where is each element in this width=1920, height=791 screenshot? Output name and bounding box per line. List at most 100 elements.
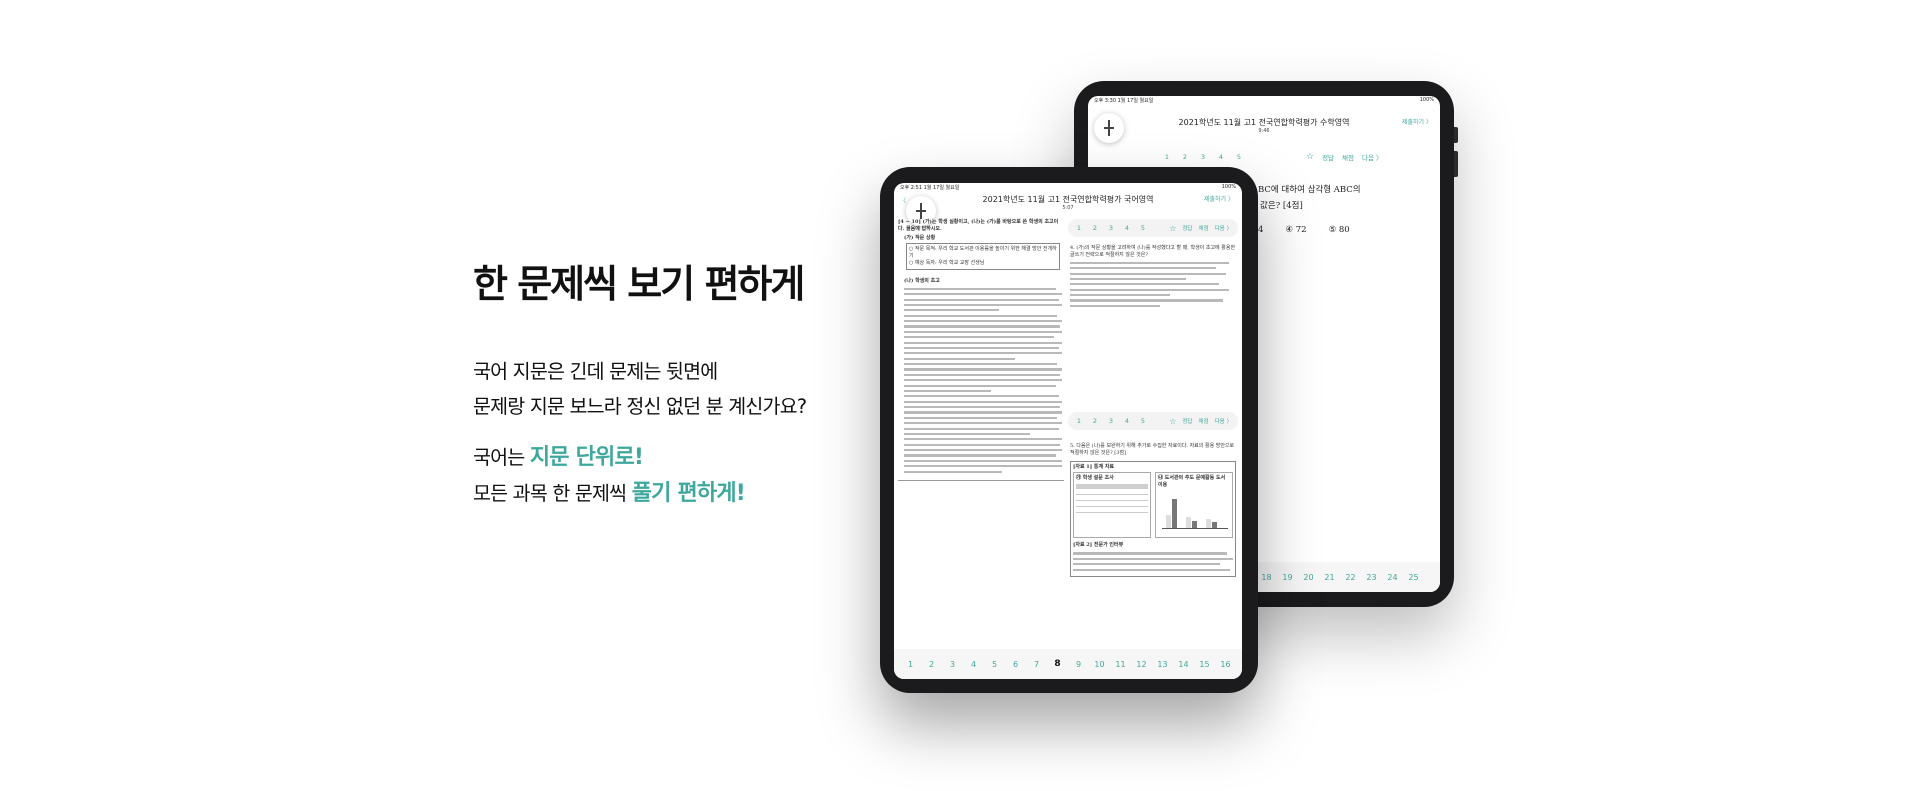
lead-line-2: 문제랑 지문 보느라 정신 없던 분 계신가요? (473, 394, 807, 418)
text-line (904, 443, 1061, 446)
submit-button[interactable]: 제출하기 〉 (1402, 117, 1432, 126)
question-number[interactable]: 12 (1131, 660, 1152, 669)
question-number[interactable]: 4 (1122, 224, 1132, 232)
material-box: [자료 1] 통계 자료 ㉮ 학생 설문 조사 ㉯ 도서관의 주도 문예활동 도… (1070, 460, 1236, 577)
promo-line-1-accent: 지문 단위로! (529, 444, 644, 470)
question-number[interactable]: 2 (1090, 417, 1100, 425)
question-b-text: 5. 다음은 (나)를 보완하기 위해 추가로 수집한 자료이다. 자료의 활용… (1070, 443, 1235, 456)
question-number[interactable]: 9 (1068, 660, 1089, 669)
lead-line-1: 국어 지문은 긴데 문제는 뒷면에 (473, 359, 718, 383)
survey-title: ㉮ 학생 설문 조사 (1076, 475, 1114, 482)
question-number[interactable]: 1 (1074, 224, 1084, 232)
question-number[interactable]: 4 (1216, 153, 1226, 161)
status-left: 오후 2:51 1월 17일 월요일 (900, 185, 960, 191)
status-left: 오후 3:30 1월 17일 월요일 (1094, 98, 1154, 104)
star-icon[interactable]: ☆ (1169, 417, 1176, 426)
question-number[interactable]: 1 (1074, 417, 1084, 425)
question-number[interactable]: 11 (1110, 660, 1131, 669)
question-number[interactable]: 18 (1256, 573, 1277, 582)
grade-button[interactable]: 채점 (1342, 152, 1354, 162)
passage-subtitle: (가) 작문 상황 (904, 234, 936, 241)
answer-choice[interactable]: 4 (1258, 222, 1263, 238)
text-line (904, 368, 1062, 371)
question-number[interactable]: 3 (1198, 153, 1208, 161)
grade-button[interactable]: 채점 (1199, 417, 1209, 425)
text-line (904, 422, 1062, 425)
grade-button[interactable]: 채점 (1199, 224, 1209, 232)
text-line (904, 395, 1059, 398)
passage-box-line: ○ 예상 독자: 우리 학교 교장 선생님 (909, 259, 985, 266)
star-icon[interactable]: ☆ (1169, 224, 1176, 233)
star-icon[interactable]: ☆ (1306, 152, 1314, 162)
question-number[interactable]: 7 (1026, 660, 1047, 669)
question-number[interactable]: 3 (1106, 417, 1116, 425)
text-line (904, 432, 1031, 436)
question-number[interactable]: 3 (942, 660, 963, 669)
question-number[interactable]: 2 (1180, 153, 1190, 161)
text-line (904, 427, 1059, 430)
next-button[interactable]: 다음 〉 (1215, 224, 1232, 232)
text-line (1073, 563, 1221, 566)
text-line (904, 406, 1061, 409)
survey-table: ㉮ 학생 설문 조사 (1073, 472, 1151, 539)
next-button[interactable]: 다음 〉 (1362, 152, 1383, 162)
text-line (904, 400, 1062, 403)
answer-button[interactable]: 정답 (1322, 152, 1334, 162)
question-number[interactable]: 4 (1122, 417, 1132, 425)
question-number[interactable]: 1 (900, 660, 921, 669)
text-line (904, 449, 1062, 452)
question-number[interactable]: 19 (1277, 573, 1298, 582)
question-b: 5. 다음은 (나)를 보완하기 위해 추가로 수집한 자료이다. 자료의 활용… (1070, 443, 1236, 577)
question-number[interactable]: 4 (963, 660, 984, 669)
question-number[interactable]: 6 (1005, 660, 1026, 669)
question-number[interactable]: 14 (1173, 660, 1194, 669)
question-number[interactable]: 16 (1215, 660, 1236, 669)
question-number[interactable]: 21 (1319, 573, 1340, 582)
app-bar: 〈 2021학년도 11월 고1 전국연합학력평가 국어영역 5:07 제출하기… (894, 192, 1242, 226)
answer-button[interactable]: 정답 (1182, 417, 1192, 425)
tablet-korean: 오후 2:51 1월 17일 월요일 100% 〈 2021학년도 11월 고1… (880, 167, 1258, 693)
question-number[interactable]: 3 (1106, 224, 1116, 232)
marketing-copy: 한 문제씩 보기 편하게 국어 지문은 긴데 문제는 뒷면에 문제랑 지문 보느… (473, 262, 853, 512)
bottom-question-nav: 1 2 3 4 5 6 7 8 9 10 11 12 13 14 15 16 (894, 649, 1242, 679)
question-number[interactable]: 22 (1340, 573, 1361, 582)
text-line (1073, 568, 1230, 571)
answer-choice[interactable]: ④ 72 (1285, 222, 1306, 238)
text-line (904, 287, 1056, 290)
question-a: 4. (가)의 작문 상황을 고려하여 (나)를 작성했다고 할 때, 학생이 … (1068, 237, 1238, 307)
question-number[interactable]: 13 (1152, 660, 1173, 669)
text-line (904, 411, 1062, 414)
text-line (1070, 261, 1230, 264)
battery-status: 100% (1419, 97, 1434, 103)
question-number[interactable]: 5 (1138, 417, 1148, 425)
question-number[interactable]: 10 (1089, 660, 1110, 669)
table-row (1076, 507, 1148, 514)
chart-bar (1166, 515, 1171, 530)
question-number[interactable]: 25 (1403, 573, 1424, 582)
lead-text: 국어 지문은 긴데 문제는 뒷면에 문제랑 지문 보느라 정신 없던 분 계신가… (473, 354, 853, 424)
question-number[interactable]: 2 (921, 660, 942, 669)
question-number[interactable]: 5 (1138, 224, 1148, 232)
question-tools: ☆ 정답 채점 다음 〉 (1306, 152, 1383, 162)
question-number[interactable]: 2 (1090, 224, 1100, 232)
question-tools: ☆ 정답 채점 다음 〉 (1169, 224, 1232, 233)
volume-button (1454, 127, 1458, 143)
answer-choice[interactable]: ⑤ 80 (1329, 222, 1350, 238)
text-line (904, 314, 1058, 317)
question-number[interactable]: 24 (1382, 573, 1403, 582)
usage-chart-title: ㉯ 도서관의 주도 문예활동 도서 이용 (1158, 475, 1226, 489)
answer-button[interactable]: 정답 (1182, 224, 1192, 232)
text-line (904, 379, 1062, 382)
submit-button[interactable]: 제출하기 〉 (1204, 194, 1234, 203)
question-number[interactable]: 20 (1298, 573, 1319, 582)
question-number[interactable]: 1 (1162, 153, 1172, 161)
question-number[interactable]: 23 (1361, 573, 1382, 582)
question-number-current[interactable]: 8 (1047, 659, 1068, 669)
next-button[interactable]: 다음 〉 (1215, 417, 1232, 425)
question-tools: ☆ 정답 채점 다음 〉 (1169, 417, 1232, 426)
question-number[interactable]: 5 (1234, 153, 1244, 161)
promo-line-1: 국어는 지문 단위로! (473, 440, 853, 476)
question-number[interactable]: 5 (984, 660, 1005, 669)
text-line (904, 320, 1062, 323)
question-number[interactable]: 15 (1194, 660, 1215, 669)
